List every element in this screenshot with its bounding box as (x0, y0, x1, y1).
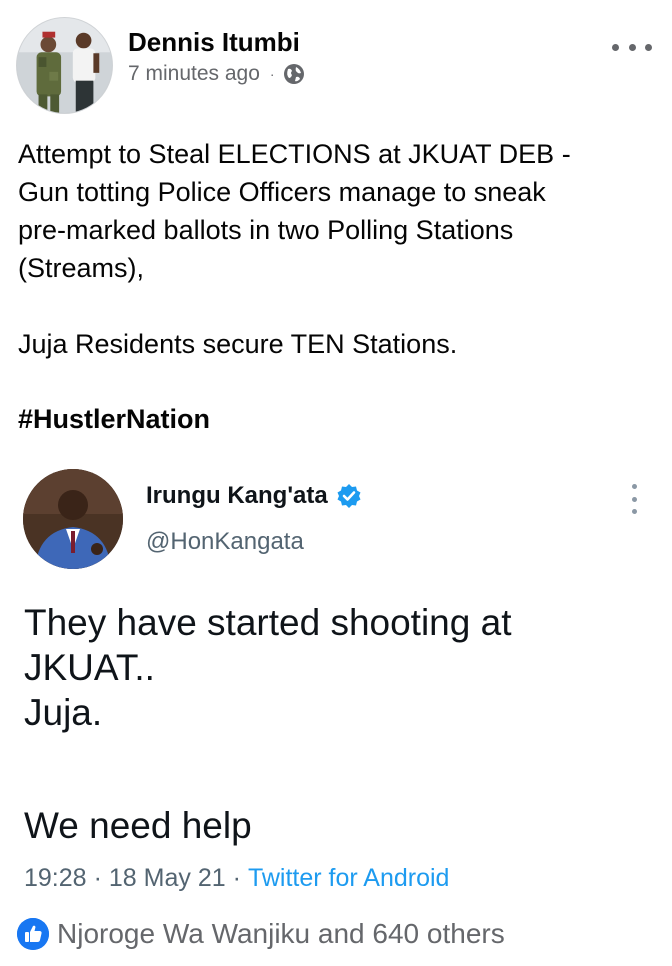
tweet-meta-separator: · (93, 864, 102, 892)
globe-icon (283, 63, 305, 85)
post-text-line: Attempt to Steal ELECTIONS at JKUAT DEB … (18, 139, 571, 169)
reactions-summary[interactable]: Njoroge Wa Wanjiku and 640 others (17, 918, 505, 950)
tweet-meta-separator: · (232, 864, 241, 892)
author-name[interactable]: Dennis Itumbi (128, 27, 300, 58)
tweet-date: 18 May 21 (108, 864, 226, 892)
post-text-line: (Streams), (18, 253, 145, 283)
tweet-author-name[interactable]: Irungu Kang'ata (146, 482, 362, 510)
tweet-time: 19:28 (24, 864, 87, 892)
post-text-line: Gun totting Police Officers manage to sn… (18, 177, 546, 207)
tweet-body-line: They have started shooting at (24, 602, 512, 643)
tweet-body-line: JKUAT.. (24, 647, 155, 688)
author-avatar[interactable] (16, 17, 113, 114)
post-header: Dennis Itumbi 7 minutes ago · (0, 0, 672, 120)
tweet-body-line: Juja. (24, 692, 103, 733)
tweet-more-options-icon[interactable] (627, 484, 641, 514)
post-text-line: pre-marked ballots in two Polling Statio… (18, 215, 514, 245)
reactions-text: Njoroge Wa Wanjiku and 640 others (57, 918, 505, 949)
tweet-author-handle[interactable]: @HonKangata (146, 528, 304, 556)
tweet-author-avatar[interactable] (23, 469, 123, 569)
tweet-source-link[interactable]: Twitter for Android (248, 864, 449, 893)
verified-badge-icon (336, 483, 362, 509)
tweet-body: They have started shooting at JKUAT.. Ju… (24, 600, 511, 735)
like-icon (17, 918, 49, 950)
more-options-icon[interactable] (612, 36, 652, 58)
post-timestamp[interactable]: 7 minutes ago (128, 62, 260, 86)
post-meta: 7 minutes ago · (128, 62, 305, 86)
meta-separator: · (269, 66, 275, 82)
tweet-author-name-text: Irungu Kang'ata (146, 482, 328, 509)
tweet-body-last-line: We need help (24, 805, 252, 846)
hashtag-link[interactable]: #HustlerNation (18, 400, 210, 438)
post-text-paragraph: Juja Residents secure TEN Stations. (18, 329, 458, 359)
post-text: Attempt to Steal ELECTIONS at JKUAT DEB … (18, 135, 658, 287)
tweet-meta: 19:28 · 18 May 21 · Twitter for Android (24, 864, 449, 893)
